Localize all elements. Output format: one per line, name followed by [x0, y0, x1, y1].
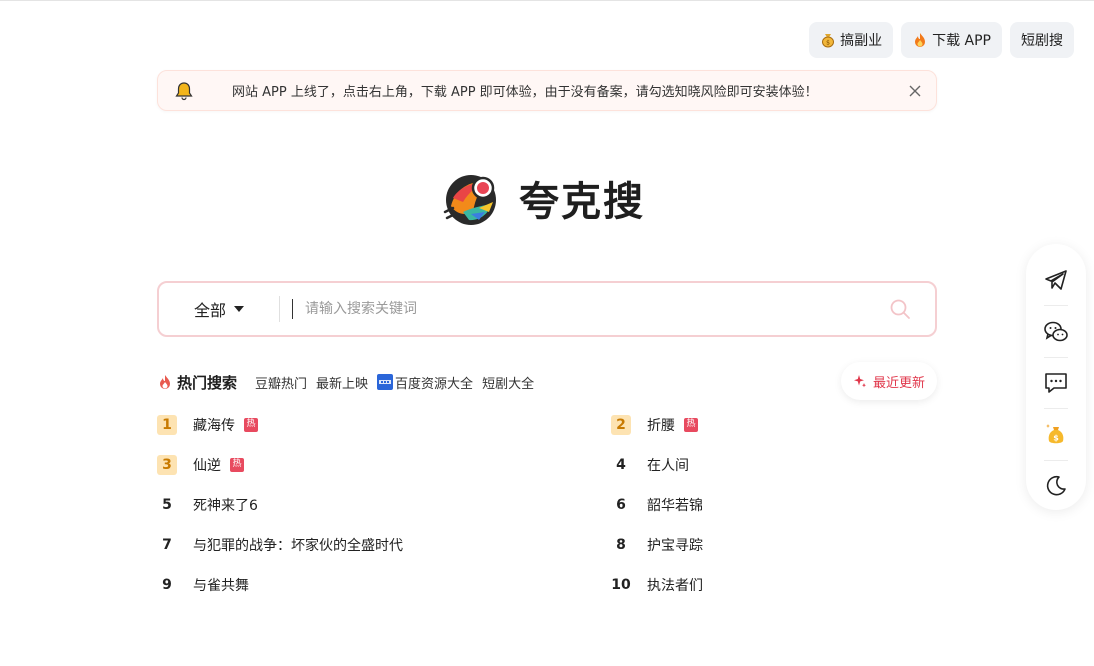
hot-search-item[interactable]: 10 执法者们: [611, 573, 937, 596]
download-app-button[interactable]: 下载 APP: [901, 22, 1002, 58]
rank-number: 9: [162, 576, 172, 593]
rank-number: 4: [616, 456, 626, 473]
notice-message: 网站 APP 上线了，点击右上角，下载 APP 即可体验，由于没有备案，请勾选知…: [232, 85, 818, 100]
download-app-label: 下载 APP: [932, 33, 991, 49]
hot-search-title: 韶华若锦: [647, 497, 703, 514]
recent-updates-label: 最近更新: [872, 375, 925, 391]
wechat-icon: [1044, 321, 1068, 341]
close-icon[interactable]: [908, 84, 922, 98]
hot-badge: 热: [244, 417, 258, 432]
hot-search-item[interactable]: 6 韶华若锦: [611, 493, 937, 516]
side-hustle-button[interactable]: $ 搞副业: [809, 22, 894, 58]
bell-icon: [174, 81, 194, 101]
short-drama-search-button[interactable]: 短剧搜: [1010, 22, 1074, 58]
fire-icon: [912, 32, 928, 48]
sidebar-separator: [1044, 459, 1068, 461]
top-actions: $ 搞副业 下载 APP 短剧搜: [809, 22, 1074, 58]
rank-number: 5: [162, 496, 172, 513]
hot-search-item[interactable]: 9 与雀共舞: [157, 573, 611, 596]
hot-links: 豆瓣热门 最新上映 百度资源大全 短剧大全: [255, 373, 534, 392]
search-input[interactable]: [293, 283, 889, 335]
dark-mode-toggle[interactable]: [1026, 462, 1086, 510]
recent-updates-button[interactable]: 最近更新: [840, 362, 937, 400]
hot-search-title: 执法者们: [647, 577, 703, 594]
sparkle-icon: [853, 374, 867, 388]
svg-text:$: $: [1053, 434, 1059, 443]
hot-search-title: 与犯罪的战争：坏家伙的全盛时代: [193, 537, 403, 554]
rank-number: 10: [611, 576, 631, 593]
hot-search-title: 在人间: [647, 457, 689, 474]
hot-search-item[interactable]: 3 仙逆热: [157, 453, 611, 476]
hot-badge: 热: [230, 457, 244, 472]
sidebar-separator: [1044, 305, 1068, 307]
brand-name: 夸克搜: [519, 179, 645, 225]
comment-button[interactable]: [1026, 359, 1086, 407]
money-bag-icon: $: [1046, 424, 1064, 444]
rank-number: 7: [162, 536, 172, 553]
hot-search-title: 折腰: [647, 417, 675, 434]
brand: 夸克搜: [441, 168, 645, 228]
side-hustle-label: 搞副业: [840, 33, 883, 49]
hot-search-item[interactable]: 7 与犯罪的战争：坏家伙的全盛时代: [157, 533, 611, 556]
money-bag-icon: $: [820, 32, 836, 48]
rank-number: 2: [611, 414, 631, 435]
hot-search-title: 死神来了6: [193, 497, 258, 514]
notice-banner: 网站 APP 上线了，点击右上角，下载 APP 即可体验，由于没有备案，请勾选知…: [157, 70, 937, 111]
link-latest-release[interactable]: 最新上映: [316, 373, 368, 392]
rank-number: 6: [616, 496, 626, 513]
caret-down-icon: [234, 306, 244, 312]
hot-search-title-label: 热门搜索: [177, 373, 238, 392]
top-rule: [0, 0, 1094, 1]
hot-search-item[interactable]: 2 折腰热: [611, 413, 937, 436]
hot-search-item[interactable]: 4 在人间: [611, 453, 937, 476]
baidu-icon: [377, 374, 394, 390]
telegram-icon: [1045, 270, 1067, 291]
hot-search-item[interactable]: 5 死神来了6: [157, 493, 611, 516]
hot-search-item[interactable]: 8 护宝寻踪: [611, 533, 937, 556]
hot-search-title: 仙逆: [193, 457, 221, 474]
rank-number: 8: [616, 536, 626, 553]
search-icon[interactable]: [889, 298, 911, 320]
search-scope-label: 全部: [193, 301, 226, 320]
rank-number: 1: [157, 414, 177, 435]
search-box: 全部: [157, 281, 937, 337]
hot-search-header: 热门搜索 豆瓣热门 最新上映 百度资源大全 短剧大全 最近更新: [157, 362, 937, 400]
wechat-button[interactable]: [1026, 307, 1086, 355]
money-bag-button[interactable]: $: [1026, 410, 1086, 458]
hot-search-title: 与雀共舞: [193, 577, 249, 594]
svg-text:$: $: [826, 40, 830, 47]
fire-icon: [157, 374, 173, 390]
comment-icon: [1045, 373, 1067, 393]
sidebar-separator: [1044, 408, 1068, 410]
link-baidu-resources-label: 百度资源大全: [395, 376, 474, 392]
search-divider: [279, 296, 280, 322]
search-scope-select[interactable]: 全部: [159, 297, 279, 321]
floating-sidebar: $: [1026, 244, 1086, 510]
link-short-drama[interactable]: 短剧大全: [482, 373, 534, 392]
logo-icon: [443, 175, 496, 225]
hot-search-list: 1 藏海传热 2 折腰热 3 仙逆热 4 在人间 5 死神来了6 6 韶华若锦 7 与犯罪的战争：坏家伙的…: [157, 413, 937, 596]
hot-search-item[interactable]: 1 藏海传热: [157, 413, 611, 436]
rank-number: 3: [157, 454, 177, 475]
sidebar-separator: [1044, 356, 1068, 358]
hot-badge: 热: [684, 417, 698, 432]
hot-search-title: 护宝寻踪: [647, 537, 703, 554]
short-drama-search-label: 短剧搜: [1021, 33, 1063, 49]
hot-search-title: 热门搜索: [157, 372, 237, 393]
link-douban-hot[interactable]: 豆瓣热门: [255, 373, 307, 392]
hot-search-title: 藏海传: [193, 417, 235, 434]
moon-icon: [1046, 475, 1066, 496]
link-baidu-resources[interactable]: 百度资源大全: [377, 373, 473, 392]
telegram-button[interactable]: [1026, 256, 1086, 304]
